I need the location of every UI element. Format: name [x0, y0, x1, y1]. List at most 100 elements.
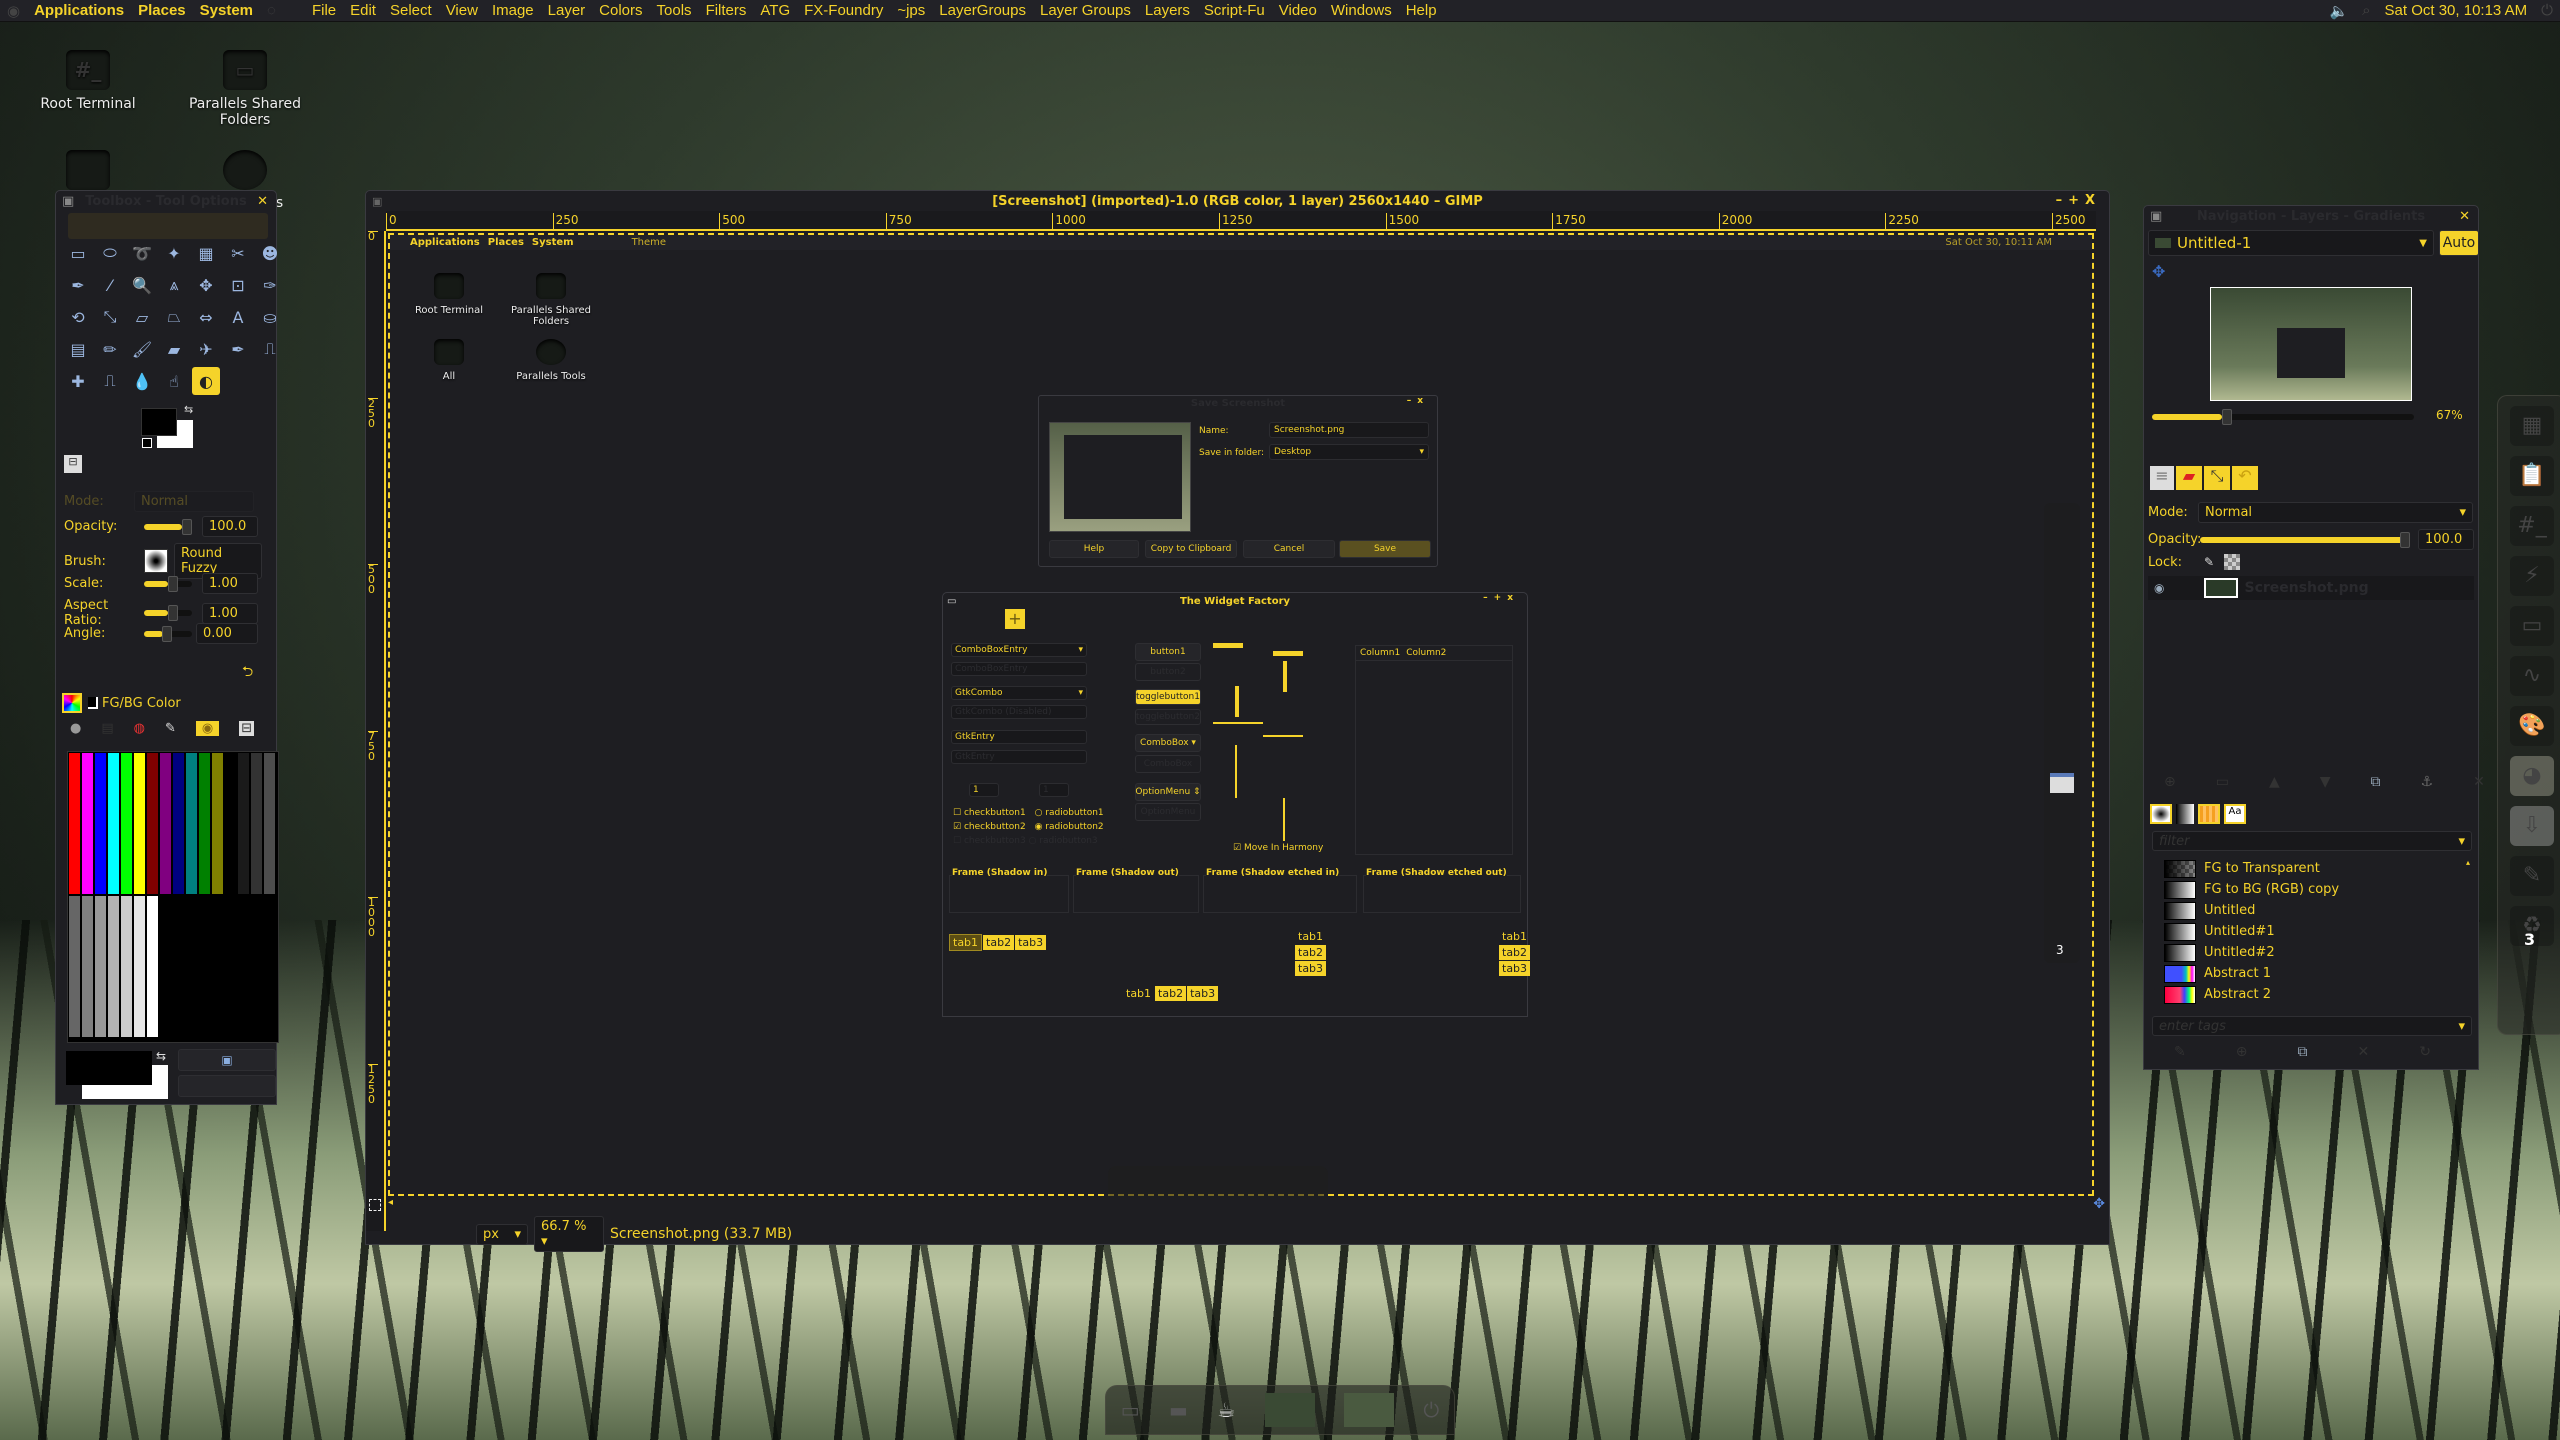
palette-swatch[interactable] [94, 895, 107, 1038]
tool-clone[interactable]: ⎍ [256, 335, 284, 363]
layer-opacity-slider[interactable] [2200, 531, 2410, 548]
dock-paint-icon[interactable]: 🎨 [2510, 706, 2554, 746]
angle-spin[interactable]: 0.00 [196, 623, 258, 644]
tool-airbrush[interactable]: ✈ [192, 335, 220, 363]
spin-button[interactable]: 1 [969, 783, 999, 797]
volume-icon[interactable]: 🔈 [2322, 2, 2355, 20]
tab3[interactable]: tab3 [1187, 986, 1219, 1001]
menu-image[interactable]: Image [485, 2, 541, 19]
lock-alpha-icon[interactable] [2224, 554, 2241, 570]
tool-dodge-burn[interactable]: ◐ [192, 367, 220, 395]
gradient-filter-input[interactable]: filter ▾ [2152, 831, 2472, 851]
tool-smudge[interactable]: ☝ [160, 367, 188, 395]
gradient-item[interactable]: FG to BG (RGB) copy [2152, 879, 2462, 900]
toolbox-titlebar[interactable]: ▣ Toolbox - Tool Options ✕ [56, 191, 276, 211]
gtk-entry[interactable]: GtkEntry [951, 730, 1087, 744]
scale-vertical[interactable] [1283, 797, 1285, 841]
radiobutton2[interactable]: ◉ radiobutton2 [1035, 822, 1104, 832]
column2-header[interactable]: Column2 [1406, 648, 1446, 658]
tab2[interactable]: tab2 [983, 935, 1015, 950]
clock[interactable]: Sat Oct 30, 10:13 AM [2378, 2, 2535, 19]
palette-swatch[interactable] [133, 752, 146, 895]
palette-swatch[interactable] [120, 895, 133, 1038]
gradient-tags-input[interactable]: enter tags ▾ [2152, 1016, 2472, 1036]
tool-blend[interactable]: ▤ [64, 335, 92, 363]
zoom-select[interactable]: 66.7 % ▾ [534, 1216, 604, 1252]
duplicate-gradient-icon[interactable]: ⧉ [2297, 1044, 2307, 1060]
palette-swatch[interactable] [68, 895, 81, 1038]
bottom-dock-power-icon[interactable]: ⏻ [1423, 1398, 1439, 1422]
scale-horizontal[interactable] [1213, 722, 1263, 724]
tool-paintbrush[interactable]: 🖌 [128, 335, 156, 363]
bottom-dock-window-icon[interactable]: ▭ [1121, 1398, 1140, 1422]
dock-console-icon[interactable]: ▭ [2510, 606, 2554, 646]
tab2[interactable]: tab2 [1295, 945, 1327, 960]
tool-ink[interactable]: ✒ [224, 335, 252, 363]
fonts-tab-icon[interactable]: Aa [2224, 804, 2246, 824]
watercolor-selector-icon[interactable]: ✎ [165, 721, 176, 736]
tool-eraser[interactable]: ▰ [160, 335, 188, 363]
palette-swatch[interactable] [120, 752, 133, 895]
widget-factory-titlebar[interactable]: ▭ The Widget Factory –+x [943, 593, 1527, 609]
duplicate-layer-icon[interactable]: ⧉ [2371, 774, 2381, 790]
gimp-selector-icon[interactable]: ● [70, 721, 81, 736]
menu-layer-groups[interactable]: Layer Groups [1033, 2, 1138, 19]
tool-blur[interactable]: 💧 [128, 367, 156, 395]
tool-zoom[interactable]: 🔍 [128, 271, 156, 299]
opacity-spin[interactable]: 100.0 [202, 516, 258, 537]
palette-swatch[interactable] [107, 752, 120, 895]
combobox[interactable]: ComboBox ▾ [1135, 734, 1201, 752]
tool-options-tab-icon[interactable]: ⊟ [64, 455, 82, 473]
delete-gradient-icon[interactable]: ✕ [2357, 1044, 2369, 1060]
color-picker-button[interactable]: ▣ [178, 1049, 276, 1071]
image-select[interactable]: Untitled-1 ▼ [2148, 230, 2434, 256]
menu-places[interactable]: Places [131, 2, 193, 19]
palette-swatch[interactable] [107, 895, 120, 1038]
raise-layer-icon[interactable]: ▲ [2269, 774, 2280, 790]
tool-perspective[interactable]: ⏢ [160, 303, 188, 331]
fgbg-tab[interactable]: FG/BG Color [62, 693, 181, 713]
gradient-list[interactable]: FG to Transparent FG to BG (RGB) copy Unti… [2152, 858, 2462, 1006]
palette-swatch[interactable] [81, 895, 94, 1038]
close-button[interactable]: x [1507, 593, 1519, 603]
image-titlebar[interactable]: ▣ [Screenshot] (imported)-1.0 (RGB color… [366, 191, 2109, 211]
scale-slider[interactable] [144, 575, 192, 592]
tab2[interactable]: tab2 [1155, 986, 1187, 1001]
aspect-spin[interactable]: 1.00 [202, 602, 258, 624]
lock-pixels-icon[interactable]: ✎ [2204, 555, 2214, 569]
save-button[interactable]: Save [1339, 540, 1431, 558]
fg-color-swatch[interactable] [141, 408, 177, 436]
delete-layer-icon[interactable]: ✕ [2473, 774, 2485, 790]
cancel-button[interactable]: Cancel [1243, 540, 1335, 558]
combo-box-entry[interactable]: ComboBoxEntry ▾ [951, 643, 1087, 657]
tool-foreground-select[interactable]: ☻ [256, 239, 284, 267]
tool-select-by-color[interactable]: ▦ [192, 239, 220, 267]
gtk-combo[interactable]: GtkCombo ▾ [951, 686, 1087, 700]
column1-header[interactable]: Column1 [1360, 648, 1400, 658]
dock-editor-icon[interactable]: ✎ [2510, 856, 2554, 896]
palette-swatch[interactable] [211, 752, 224, 895]
undo-history-tab-icon[interactable]: ↶ [2232, 466, 2258, 490]
palette-swatch[interactable] [172, 752, 185, 895]
tool-fuzzy-select[interactable]: ✦ [160, 239, 188, 267]
gradient-item[interactable]: FG to Transparent [2152, 858, 2462, 879]
gradient-item[interactable]: Abstract 1 [2152, 963, 2462, 984]
tree-view[interactable]: Column1 Column2 [1355, 645, 1513, 855]
fg-color-large[interactable] [66, 1051, 152, 1085]
dock-monitor-icon[interactable]: ∿ [2510, 656, 2554, 696]
dock-screenshot-icon[interactable]: ⚡ [2510, 556, 2554, 596]
toolbar-add-button[interactable]: + [1005, 609, 1025, 629]
brushes-tab-icon[interactable] [2150, 804, 2172, 824]
menu-tools[interactable]: Tools [650, 2, 699, 19]
tab3[interactable]: tab3 [1295, 961, 1327, 976]
tab2[interactable]: tab2 [1499, 945, 1531, 960]
bottom-dock-workspace-2[interactable] [1344, 1393, 1394, 1427]
palette-swatch[interactable] [198, 752, 211, 895]
layer-mode-select[interactable]: Normal ▾ [2198, 502, 2473, 523]
gradient-item[interactable]: Abstract 2 [2152, 984, 2462, 1005]
tab1[interactable]: tab1 [1123, 986, 1154, 1001]
dock-gimp-icon[interactable]: ◕ [2510, 756, 2554, 796]
tool-align[interactable]: ⊡ [224, 271, 252, 299]
minimize-button[interactable]: – [2056, 193, 2069, 208]
togglebutton1[interactable]: togglebutton1 [1135, 689, 1201, 705]
